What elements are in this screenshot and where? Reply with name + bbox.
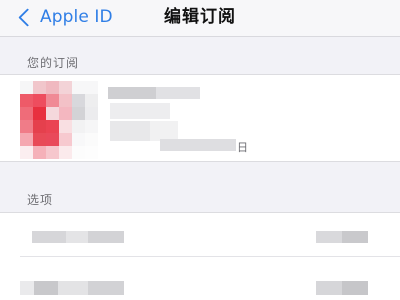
option-row[interactable] [0,257,400,300]
navigation-bar: Apple ID 编辑订阅 [0,0,400,37]
option-value-blur [342,281,368,295]
section-header-options: 选项 [27,193,54,207]
page-title: 编辑订阅 [164,7,236,27]
option-value-blur [316,231,342,243]
app-icon [20,81,98,159]
option-label-blur [34,281,58,295]
subscription-date-blur [160,139,236,151]
subscription-detail-blur [110,121,150,141]
subscription-name-blur [156,87,200,99]
subscription-date: 日 [237,141,248,154]
subscription-name-blur [108,87,156,99]
option-label-blur [20,281,34,295]
options-list [0,212,400,300]
option-label-blur [32,231,66,243]
edit-subscription-screen: Apple ID 编辑订阅 您的订阅 日 选项 [0,0,400,300]
option-label-blur [58,281,88,295]
subscription-detail-blur [110,103,170,119]
section-header-subscriptions: 您的订阅 [27,56,80,70]
option-label-blur [88,231,124,243]
option-label-blur [88,281,124,295]
subscription-detail-blur [150,121,178,141]
subscription-card[interactable]: 日 [0,74,400,162]
option-label-blur [66,231,88,243]
option-value-blur [342,231,368,243]
option-value-blur [316,281,342,295]
option-row[interactable] [0,213,400,257]
